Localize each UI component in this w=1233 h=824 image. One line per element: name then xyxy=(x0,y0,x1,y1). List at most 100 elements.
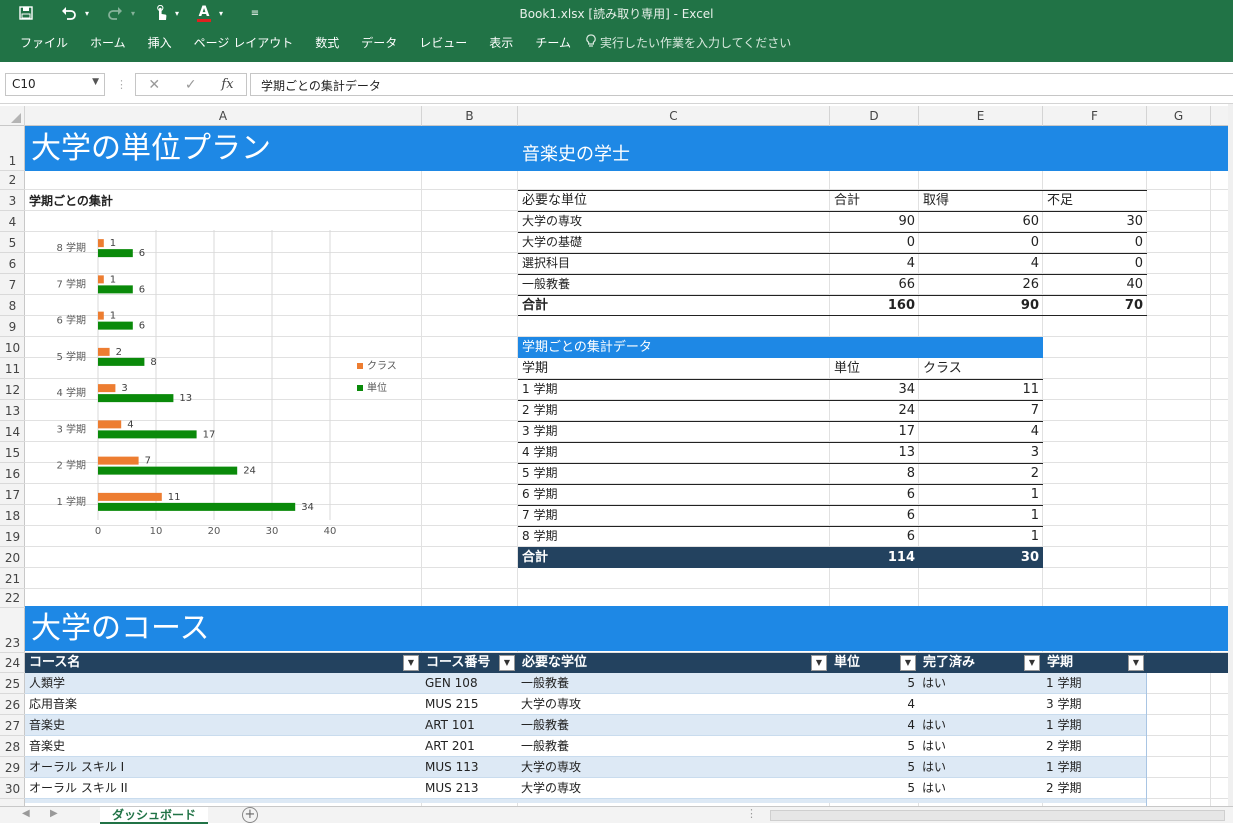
scroll-left-icon[interactable]: ◀ xyxy=(22,808,30,819)
summary-header: 合計 xyxy=(834,193,861,208)
row-header[interactable]: 6 xyxy=(0,253,25,274)
worksheet-grid[interactable]: 大学の単位プラン 音楽史の学士 学期ごとの集計 0 10 20 30 40 1 学期 11 3… xyxy=(25,126,1228,806)
semester-total-label: 合計 xyxy=(522,550,549,565)
table-row xyxy=(25,694,1147,715)
column-header-b[interactable]: B xyxy=(422,106,518,126)
courses-header: コース番号 xyxy=(426,655,491,670)
filter-dropdown-icon[interactable]: ▼ xyxy=(403,655,419,671)
semester-header: 単位 xyxy=(834,361,861,376)
summary-value: 40 xyxy=(1126,277,1143,292)
courses-header: 単位 xyxy=(834,655,861,670)
row-header[interactable]: 8 xyxy=(0,295,25,316)
scroll-right-icon[interactable]: ▶ xyxy=(50,808,58,819)
row-header[interactable]: 10 xyxy=(0,337,25,358)
chart-x-tick-label: 40 xyxy=(324,526,337,537)
enter-icon[interactable]: ✓ xyxy=(185,77,197,93)
chart-bar-credits xyxy=(98,357,145,366)
course-code: GEN 108 xyxy=(425,676,478,690)
course-credits: 4 xyxy=(907,697,915,711)
row-header[interactable]: 29 xyxy=(0,757,25,778)
column-header-d[interactable]: D xyxy=(830,106,919,126)
summary-header: 必要な単位 xyxy=(522,193,588,208)
chart-category-label: 5 学期 xyxy=(56,350,86,363)
row-header[interactable]: 11 xyxy=(0,358,25,379)
tell-me-box[interactable]: 実行したい作業を入力してください xyxy=(582,33,792,51)
row-header[interactable]: 3 xyxy=(0,190,25,211)
tab-file[interactable]: ファイル xyxy=(0,34,79,51)
filter-dropdown-icon[interactable]: ▼ xyxy=(499,655,515,671)
name-box-dropdown-icon[interactable]: ▼ xyxy=(92,77,99,87)
row-header[interactable]: 1 xyxy=(0,126,25,171)
row-header[interactable]: 4 xyxy=(0,211,25,232)
row-header[interactable]: 16 xyxy=(0,463,25,484)
vertical-scrollbar[interactable] xyxy=(1228,104,1233,806)
cancel-icon[interactable]: ✕ xyxy=(148,77,160,93)
course-requirement: 一般教養 xyxy=(521,739,570,753)
row-header[interactable]: 17 xyxy=(0,484,25,505)
row-header[interactable]: 25 xyxy=(0,673,25,694)
ribbon-tabs: ファイル ホーム 挿入 ページ レイアウト 数式 データ レビュー 表示 チーム… xyxy=(0,30,791,54)
course-completed: はい xyxy=(922,760,947,774)
tab-review[interactable]: レビュー xyxy=(408,34,478,51)
row-header[interactable]: 13 xyxy=(0,400,25,421)
tell-me-text: 実行したい作業を入力してください xyxy=(599,35,792,50)
column-header-e[interactable]: E xyxy=(919,106,1043,126)
row-header[interactable]: 7 xyxy=(0,274,25,295)
filter-dropdown-icon[interactable]: ▼ xyxy=(900,655,916,671)
row-header[interactable]: 22 xyxy=(0,589,25,608)
column-header-g[interactable]: G xyxy=(1147,106,1211,126)
row-header[interactable]: 14 xyxy=(0,421,25,442)
row-header[interactable]: 26 xyxy=(0,694,25,715)
tab-page-layout[interactable]: ページ レイアウト xyxy=(183,34,305,51)
add-sheet-icon[interactable]: + xyxy=(242,807,258,823)
chart-bar-credits xyxy=(98,249,133,258)
chart-category-label: 6 学期 xyxy=(56,314,86,327)
course-code: MUS 113 xyxy=(425,760,479,774)
course-requirement: 大学の専攻 xyxy=(521,781,582,795)
course-term: 2 学期 xyxy=(1046,781,1082,795)
split-handle-icon[interactable]: ⋮ xyxy=(746,807,757,820)
tab-insert[interactable]: 挿入 xyxy=(137,34,183,51)
course-name: 音楽史 xyxy=(29,739,66,753)
page-title: 大学の単位プラン xyxy=(31,131,271,166)
row-header[interactable]: 21 xyxy=(0,568,25,589)
chart-bar-credits xyxy=(98,285,133,294)
row-header[interactable]: 30 xyxy=(0,778,25,799)
row-header[interactable]: 20 xyxy=(0,547,25,568)
tab-data[interactable]: データ xyxy=(350,34,408,51)
column-header-f[interactable]: F xyxy=(1043,106,1147,126)
filter-dropdown-icon[interactable]: ▼ xyxy=(811,655,827,671)
semester-classes: 2 xyxy=(1030,466,1039,481)
course-name: オーラル スキル I xyxy=(29,760,125,774)
row-header[interactable]: 28 xyxy=(0,736,25,757)
row-header[interactable]: 27 xyxy=(0,715,25,736)
column-header-c[interactable]: C xyxy=(518,106,830,126)
column-header-a[interactable]: A xyxy=(25,106,422,126)
horizontal-scrollbar[interactable] xyxy=(770,810,1225,821)
tab-formulas[interactable]: 数式 xyxy=(304,34,350,51)
filter-dropdown-icon[interactable]: ▼ xyxy=(1128,655,1144,671)
row-header[interactable]: 18 xyxy=(0,505,25,526)
tab-team[interactable]: チーム xyxy=(524,34,582,51)
tab-view[interactable]: 表示 xyxy=(478,34,524,51)
filter-dropdown-icon[interactable]: ▼ xyxy=(1024,655,1040,671)
select-all-corner[interactable] xyxy=(0,106,25,126)
name-box[interactable]: C10 ▼ xyxy=(5,73,105,96)
formula-buttons: ✕ ✓ fx xyxy=(135,73,247,96)
formula-input[interactable]: 学期ごとの集計データ xyxy=(250,73,1233,96)
row-header[interactable]: 2 xyxy=(0,171,25,190)
row-header[interactable]: 9 xyxy=(0,316,25,337)
row-header[interactable]: 19 xyxy=(0,526,25,547)
row-header[interactable]: 23 xyxy=(0,608,25,653)
row-header[interactable]: 15 xyxy=(0,442,25,463)
sheet-tab-dashboard[interactable]: ダッシュボード xyxy=(100,807,208,824)
row-header[interactable]: 24 xyxy=(0,653,25,673)
row-header[interactable]: 5 xyxy=(0,232,25,253)
tab-home[interactable]: ホーム xyxy=(79,34,137,51)
semester-classes: 3 xyxy=(1030,445,1039,460)
row-header[interactable]: 12 xyxy=(0,379,25,400)
semester-chart[interactable]: 0 10 20 30 401 学期 11342 学期 7243 学期 4174 学期 3135 … xyxy=(25,212,421,542)
insert-function-button[interactable]: fx xyxy=(221,77,233,92)
semester-header: 学期 xyxy=(522,361,549,376)
chart-bar-classes xyxy=(98,311,104,320)
